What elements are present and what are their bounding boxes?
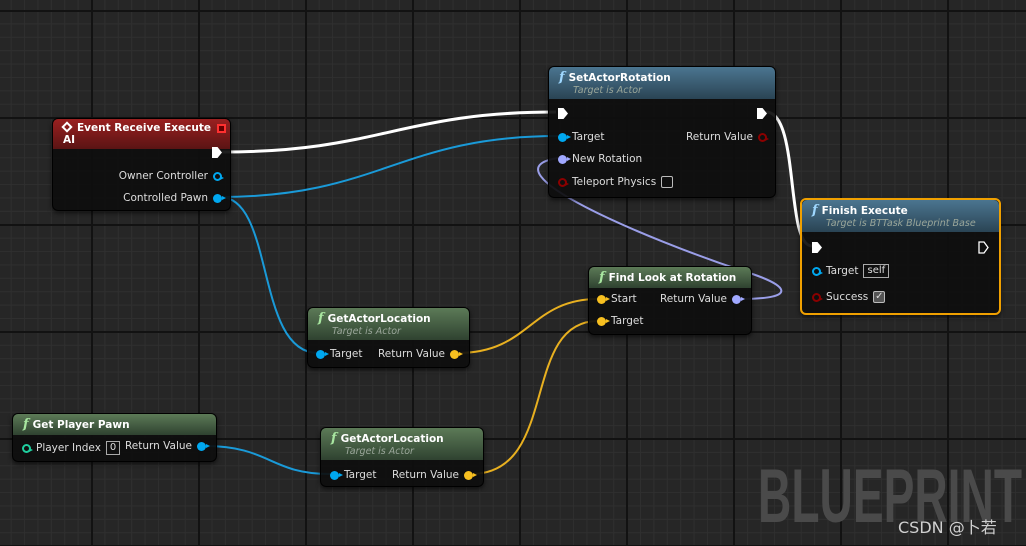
function-icon: f (331, 431, 337, 446)
wire-pawn-to-target (219, 135, 559, 198)
pin-label: Teleport Physics (572, 176, 657, 188)
pin-label: Return Value (391, 469, 459, 481)
target-pin[interactable] (316, 349, 329, 359)
pin-label: Owner Controller (118, 170, 208, 182)
get-actor-location-node-1[interactable]: f GetActorLocation Target is Actor Target … (307, 307, 470, 368)
pin-label: Return Value (377, 348, 445, 360)
return-value-pin[interactable] (197, 441, 210, 451)
exec-out-pin[interactable] (757, 108, 767, 119)
pin-label: Return Value (659, 293, 727, 305)
exec-out-pin[interactable] (978, 241, 989, 254)
pin-label: Target (572, 131, 605, 143)
success-checkbox[interactable]: ✓ (873, 291, 886, 303)
function-icon: f (23, 417, 29, 432)
function-icon: f (559, 70, 565, 85)
get-actor-location-node-2[interactable]: f GetActorLocation Target is Actor Target … (320, 427, 484, 487)
return-value-pin[interactable] (450, 349, 463, 359)
node-subtitle: Target is Actor (573, 85, 642, 96)
player-index-input[interactable]: 0 (105, 441, 121, 455)
controlled-pawn-pin[interactable] (213, 193, 226, 203)
function-icon: f (599, 270, 605, 285)
wire-pawn-to-getloc1 (219, 196, 319, 354)
return-value-pin[interactable] (464, 470, 477, 480)
pin-label: Target (330, 348, 363, 360)
exec-out-pin[interactable] (212, 147, 222, 158)
pin-label: Target (611, 315, 644, 327)
node-title: GetActorLocation (340, 433, 444, 445)
finish-execute-node[interactable]: f Finish Execute Target is BTTask Blueprin… (800, 198, 1001, 315)
teleport-physics-pin[interactable] (558, 177, 569, 187)
exec-wire-event-to-setrotation (221, 110, 557, 154)
wire-getloc2-to-target (470, 320, 599, 475)
player-index-pin[interactable] (22, 443, 33, 453)
function-icon: f (812, 203, 818, 218)
exec-in-pin[interactable] (812, 242, 822, 253)
success-pin[interactable] (812, 292, 823, 302)
target-default-value[interactable]: self (863, 264, 890, 278)
start-pin[interactable] (597, 294, 610, 304)
find-look-at-rotation-node[interactable]: f Find Look at Rotation Start Return Valu… (588, 266, 752, 335)
node-title: Find Look at Rotation (608, 272, 737, 284)
owner-controller-pin[interactable] (213, 171, 224, 181)
target-pin[interactable] (812, 266, 823, 276)
node-title: Get Player Pawn (32, 419, 130, 431)
return-value-pin[interactable] (758, 132, 769, 142)
node-title: SetActorRotation (568, 72, 671, 84)
pin-label: Target (826, 265, 859, 277)
delegate-icon[interactable] (217, 124, 226, 133)
pin-label: Return Value (685, 131, 753, 143)
node-title: Finish Execute (821, 205, 908, 217)
node-title: GetActorLocation (327, 313, 431, 325)
pin-label: Target (344, 469, 377, 481)
credit-watermark: CSDN @卜若 (898, 518, 997, 537)
pin-label: Return Value (124, 440, 192, 452)
exec-in-pin[interactable] (558, 108, 568, 119)
return-value-pin[interactable] (732, 294, 745, 304)
pin-label: Success (826, 291, 869, 303)
node-subtitle: Target is Actor (345, 446, 414, 457)
get-player-pawn-node[interactable]: f Get Player Pawn Player Index 0 Return Va… (12, 413, 217, 462)
pin-label: New Rotation (572, 153, 643, 165)
set-actor-rotation-node[interactable]: f SetActorRotation Target is Actor Target … (548, 66, 776, 198)
function-icon: f (318, 311, 324, 326)
new-rotation-pin[interactable] (558, 154, 571, 164)
event-diamond-icon (61, 121, 73, 133)
node-title: Event Receive Execute AI (63, 122, 211, 146)
wire-playerpawn-to-getloc2 (204, 445, 331, 475)
pin-label: Start (611, 293, 637, 305)
node-subtitle: Target is BTTask Blueprint Base (826, 218, 976, 229)
event-receive-execute-ai-node[interactable]: Event Receive Execute AI Owner Controlle… (52, 118, 231, 211)
target-pin[interactable] (597, 316, 610, 326)
target-pin[interactable] (558, 132, 571, 142)
pin-label: Controlled Pawn (123, 192, 208, 204)
pin-label: Player Index (36, 442, 101, 454)
target-pin[interactable] (330, 470, 343, 480)
teleport-physics-checkbox[interactable] (661, 176, 674, 188)
node-subtitle: Target is Actor (332, 326, 401, 337)
